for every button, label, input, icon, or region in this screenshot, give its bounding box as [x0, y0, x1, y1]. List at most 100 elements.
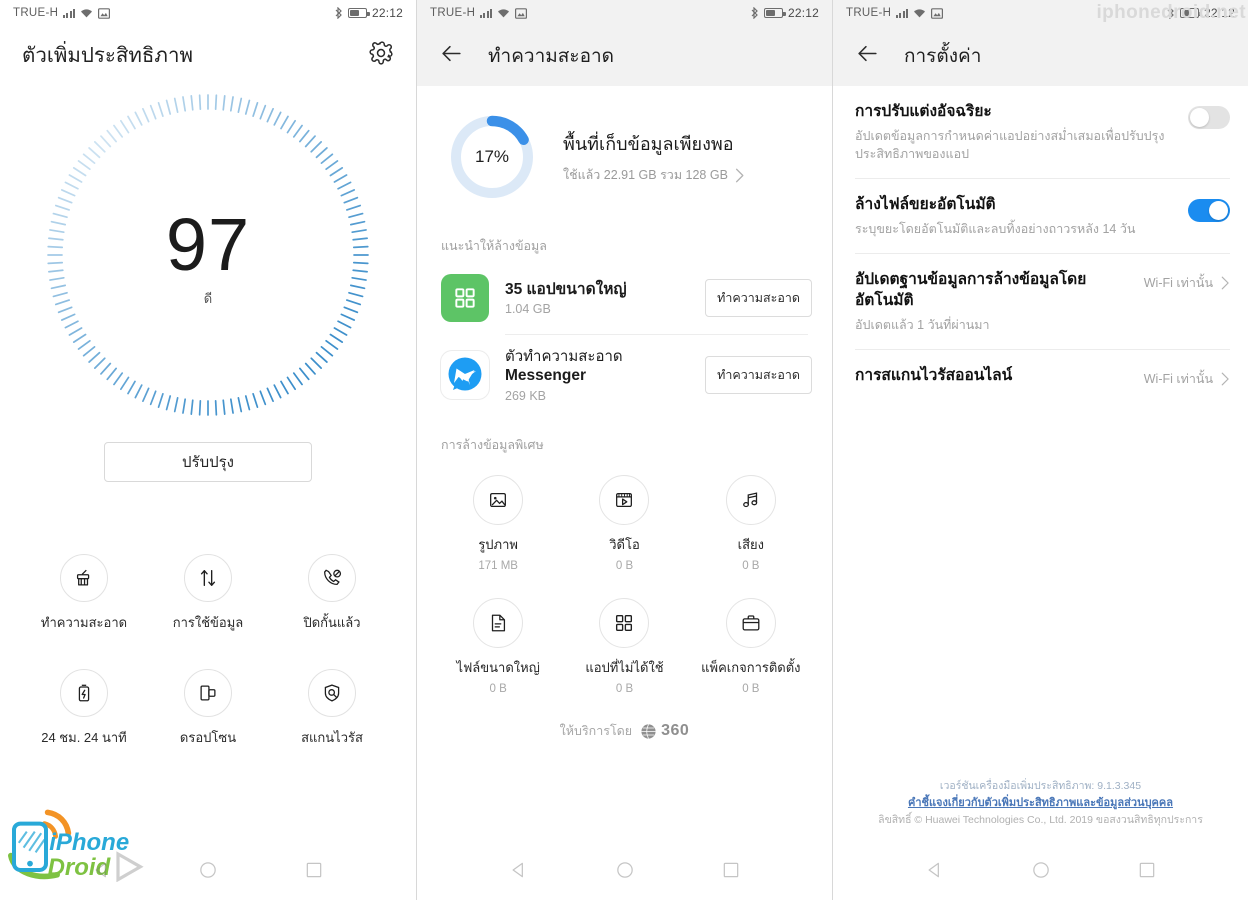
- tile-label: ทำความสะอาด: [40, 615, 128, 630]
- nav-back-icon[interactable]: [92, 860, 112, 885]
- setting-row-auto-update-db[interactable]: อัปเดตฐานข้อมูลการล้างข้อมูลโดยอัตโนมัติ…: [855, 254, 1230, 351]
- navigation-bar: [0, 844, 416, 900]
- toggle-smart-tuning[interactable]: [1188, 106, 1230, 129]
- app-header: ตัวเพิ่มประสิทธิภาพ: [0, 26, 416, 84]
- bluetooth-icon: [751, 7, 758, 19]
- navigation-bar: [833, 844, 1248, 900]
- page-header: ทำความสะอาด: [417, 26, 832, 86]
- score-label: ดี: [203, 291, 213, 306]
- sim-icon: [97, 7, 110, 19]
- battery-icon: [347, 8, 370, 18]
- back-arrow-icon[interactable]: [439, 41, 464, 71]
- globe-360-icon: [641, 723, 656, 739]
- panel-optimizer: TRUE-H 22:12 ตัวเพิ่มประสิทธิภาพ 97 ดี ป…: [0, 0, 416, 900]
- setting-row-smart-tuning[interactable]: การปรับแต่งอัจฉริยะ อัปเดตข้อมูลการกำหนด…: [855, 86, 1230, 180]
- powered-by-footer: ให้บริการโดย 360: [417, 721, 832, 741]
- broom-icon: [60, 554, 108, 602]
- special-item-label: รูปภาพ: [478, 537, 518, 553]
- carrier-label: TRUE-H: [13, 7, 59, 19]
- optimize-button[interactable]: ปรับปรุง: [104, 442, 312, 482]
- storage-summary[interactable]: 17% พื้นที่เก็บข้อมูลเพียงพอ ใช้แล้ว 22.…: [417, 86, 832, 220]
- setting-description: อัปเดตข้อมูลการกำหนดค่าแอปอย่างสม่ำเสมอเ…: [855, 128, 1165, 162]
- carrier-label: TRUE-H: [430, 7, 476, 19]
- signal-bars-icon: [63, 8, 75, 18]
- special-item-audio[interactable]: เสียง 0 B: [688, 475, 814, 572]
- app-size: 269 KB: [505, 389, 547, 404]
- tile-label: การใช้ข้อมูล: [172, 615, 244, 630]
- app-row-messenger: ตัวทำความสะอาด Messenger 269 KB ทำความสะ…: [417, 335, 832, 415]
- nav-home-icon[interactable]: [615, 860, 635, 885]
- score-value: 97: [165, 203, 251, 286]
- nav-back-icon[interactable]: [509, 860, 529, 885]
- special-item-images[interactable]: รูปภาพ 171 MB: [435, 475, 561, 572]
- panel-settings: TRUE-H 22:12 iphonedroid.net การตั้งค่า …: [832, 0, 1248, 900]
- app-name: 35 แอปขนาดใหญ่: [505, 280, 627, 298]
- briefcase-icon: [725, 598, 776, 649]
- nav-home-icon[interactable]: [198, 860, 218, 885]
- app-grid-icon: [441, 274, 489, 322]
- messenger-icon: [441, 351, 489, 399]
- nav-recents-icon[interactable]: [304, 860, 324, 885]
- setting-description: ระบุขยะโดยอัตโนมัติและลบทิ้งอย่างถาวรหลั…: [855, 222, 1136, 237]
- tile-virus-scan[interactable]: สแกนไวรัส: [270, 669, 394, 748]
- setting-row-auto-clean[interactable]: ล้างไฟล์ขยะอัตโนมัติ ระบุขยะโดยอัตโนมัติ…: [855, 179, 1230, 255]
- copyright-label: ลิขสิทธิ์ © Huawei Technologies Co., Ltd…: [878, 813, 1203, 826]
- toggle-auto-clean[interactable]: [1188, 199, 1230, 223]
- nav-recents-icon[interactable]: [1137, 860, 1157, 885]
- battery-icon: [763, 8, 786, 18]
- signal-bars-icon: [480, 8, 492, 18]
- settings-footer: เวอร์ชันเครื่องมือเพิ่มประสิทธิภาพ: 9.1.…: [833, 778, 1248, 828]
- special-item-label: แพ็คเกจการติดตั้ง: [701, 660, 801, 676]
- page-title: ตัวเพิ่มประสิทธิภาพ: [22, 43, 193, 67]
- back-arrow-icon[interactable]: [855, 41, 880, 71]
- tile-clean[interactable]: ทำความสะอาด: [22, 554, 146, 633]
- special-item-label: ไฟล์ขนาดใหญ่: [456, 660, 540, 676]
- dropzone-icon: [184, 669, 232, 717]
- tile-blocked[interactable]: ปิดกั้นแล้ว: [270, 554, 394, 633]
- setting-title: การสแกนไวรัสออนไลน์: [855, 367, 1013, 385]
- shortcut-grid: ทำความสะอาด การใช้ข้อมูล ปิดกั้นแล้ว 24 …: [0, 554, 416, 748]
- nav-home-icon[interactable]: [1031, 860, 1051, 885]
- wifi-icon: [497, 8, 509, 17]
- bluetooth-icon: [1167, 7, 1174, 19]
- setting-row-online-virus-scan[interactable]: การสแกนไวรัสออนไลน์ Wi-Fi เท่านั้น: [855, 350, 1230, 404]
- apps-icon: [599, 598, 650, 649]
- sim-icon: [930, 7, 943, 19]
- gear-icon[interactable]: [368, 40, 394, 71]
- special-item-size: 0 B: [742, 683, 760, 696]
- setting-value: Wi-Fi เท่านั้น: [1143, 372, 1213, 387]
- version-label: เวอร์ชันเครื่องมือเพิ่มประสิทธิภาพ: 9.1.…: [939, 780, 1142, 793]
- special-item-unused-apps[interactable]: แอปที่ไม่ได้ใช้ 0 B: [561, 598, 687, 695]
- clean-button[interactable]: ทำความสะอาด: [705, 356, 812, 394]
- chevron-right-icon: [1221, 372, 1229, 386]
- wifi-icon: [80, 8, 92, 17]
- special-item-size: 0 B: [742, 560, 760, 573]
- score-dial: 97 ดี: [0, 90, 416, 420]
- settings-list: การปรับแต่งอัจฉริยะ อัปเดตข้อมูลการกำหนด…: [833, 86, 1248, 404]
- clock-label: 22:12: [1203, 6, 1235, 20]
- navigation-bar: [417, 844, 832, 900]
- privacy-statement-link[interactable]: คำชี้แจงเกี่ยวกับตัวเพิ่มประสิทธิภาพและข…: [833, 795, 1248, 812]
- nav-recents-icon[interactable]: [721, 860, 741, 885]
- setting-title: การปรับแต่งอัจฉริยะ: [855, 103, 992, 120]
- special-item-large-files[interactable]: ไฟล์ขนาดใหญ่ 0 B: [435, 598, 561, 695]
- bluetooth-icon: [335, 7, 342, 19]
- app-name-secondary: Messenger: [505, 367, 586, 385]
- panel-cleanup: TRUE-H 22:12 ทำความสะอาด 17% พื้นที่เก็บ…: [416, 0, 832, 900]
- setting-title: อัปเดตฐานข้อมูลการล้างข้อมูลโดยอัตโนมัติ: [855, 271, 1087, 310]
- nav-back-icon[interactable]: [925, 860, 945, 885]
- special-item-size: 0 B: [615, 560, 634, 573]
- special-item-label: วิดีโอ: [609, 537, 640, 553]
- special-item-videos[interactable]: วิดีโอ 0 B: [561, 475, 687, 572]
- storage-subtitle: ใช้แล้ว 22.91 GB รวม 128 GB: [563, 168, 728, 182]
- document-icon: [473, 598, 524, 649]
- clean-button[interactable]: ทำความสะอาด: [705, 279, 812, 317]
- special-item-size: 171 MB: [478, 560, 518, 573]
- special-item-install-packages[interactable]: แพ็คเกจการติดตั้ง 0 B: [688, 598, 814, 695]
- video-icon: [599, 475, 650, 526]
- tile-dropzone[interactable]: ดรอปโซน: [146, 669, 270, 748]
- app-name: ตัวทำความสะอาด: [505, 348, 623, 365]
- tile-label: ดรอปโซน: [179, 730, 237, 745]
- tile-battery[interactable]: 24 ชม. 24 นาที: [22, 669, 146, 748]
- tile-data-usage[interactable]: การใช้ข้อมูล: [146, 554, 270, 633]
